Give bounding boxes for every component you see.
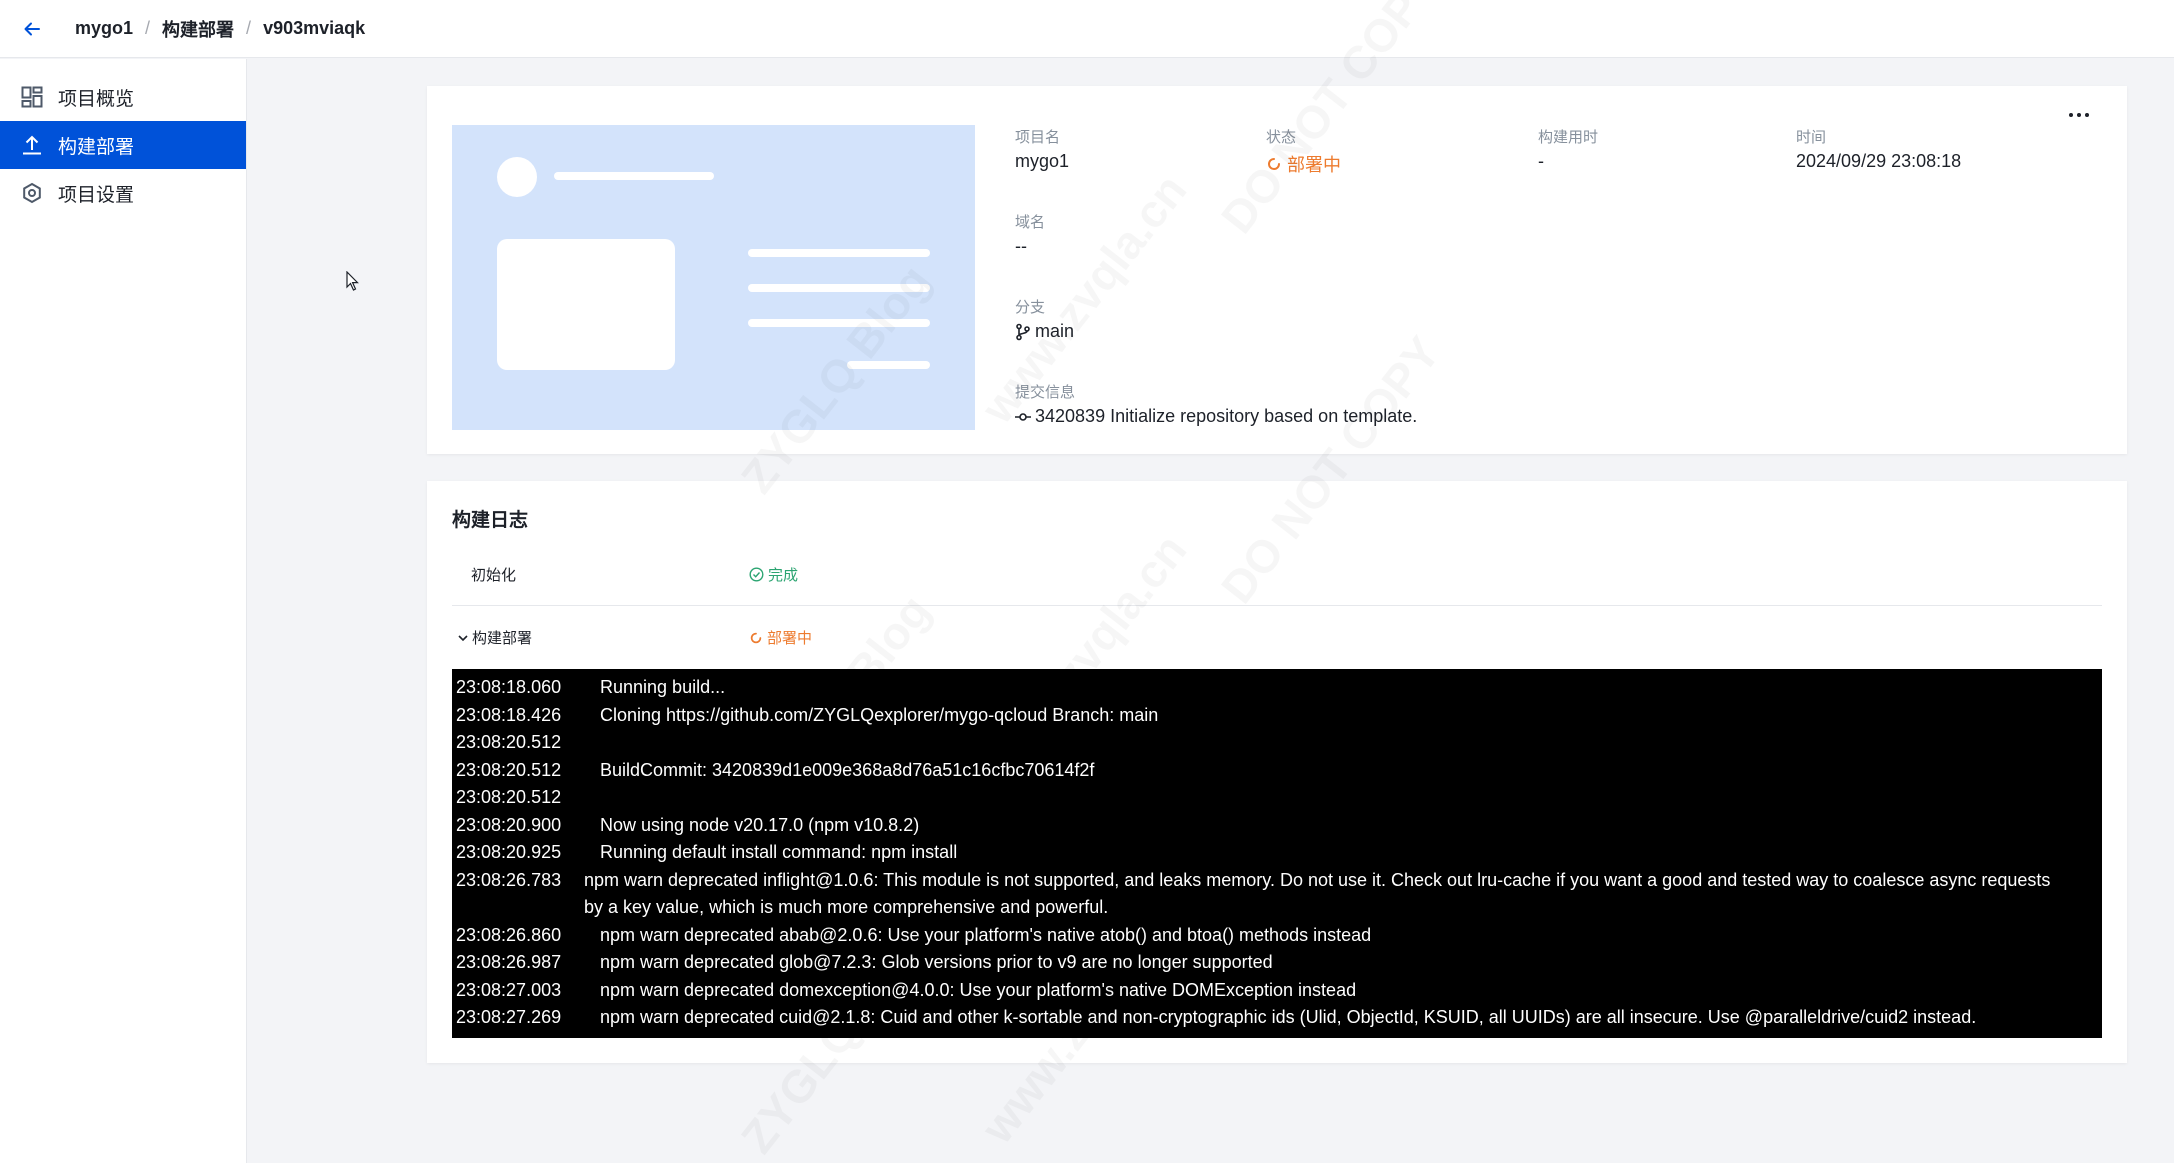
status-text: 部署中 [1287, 155, 1341, 175]
loading-icon [750, 632, 762, 643]
log-line: 23:08:20.512 BuildCommit: 3420839d1e009e3… [456, 757, 2102, 785]
log-message [583, 784, 600, 812]
sidebar: 项目概览 构建部署 项目设置 [0, 59, 247, 1163]
log-message: npm warn deprecated domexception@4.0.0: … [600, 979, 1357, 1000]
branch-text: main [1035, 321, 1075, 341]
breadcrumb-project[interactable]: mygo1 [75, 18, 133, 39]
chevron-down-icon [458, 634, 468, 641]
log-line: 23:08:27.003 npm warn deprecated domexcep… [456, 977, 2102, 1005]
log-time: 23:08:20.512 [456, 787, 562, 807]
loading-icon [1268, 158, 1280, 170]
log-message: Running default install command: npm ins… [600, 842, 958, 862]
log-time: 23:08:26.987 [456, 952, 562, 972]
mouse-cursor-icon [346, 270, 360, 296]
step-name-wrap: 构建部署 [456, 627, 532, 648]
log-line: 23:08:20.900 Now using node v20.17.0 (npm… [456, 812, 2102, 840]
log-message: npm warn deprecated abab@2.0.6: Use your… [600, 924, 1372, 945]
log-message: Running build... [600, 677, 726, 697]
log-message: Now using node v20.17.0 (npm v10.8.2) [600, 814, 920, 835]
upload-icon [20, 133, 44, 157]
commit-label: 提交信息 [1015, 384, 1076, 401]
log-line: 23:08:20.925 Running default install comm… [456, 839, 2102, 867]
sidebar-item-label: 构建部署 [58, 136, 135, 158]
project-name-label: 项目名 [1015, 129, 1061, 146]
log-message: npm warn deprecated glob@7.2.3: Glob ver… [600, 952, 1273, 972]
breadcrumb-separator: / [145, 18, 151, 38]
step-divider [452, 605, 2102, 606]
branch-label: 分支 [1015, 299, 1046, 316]
log-time: 23:08:20.512 [456, 732, 562, 752]
more-options-button[interactable] [2062, 104, 2096, 126]
build-step-deploy[interactable]: 构建部署 部署中 [452, 609, 2102, 669]
step-status-text: 完成 [768, 567, 799, 584]
status-value: 部署中 [1266, 151, 1341, 177]
log-message [583, 729, 600, 757]
log-message: npm warn deprecated inflight@1.0.6: This… [584, 869, 2051, 918]
git-branch-icon [1016, 323, 1030, 340]
status-label: 状态 [1266, 129, 1297, 146]
back-arrow-icon[interactable] [22, 19, 42, 39]
log-line: 23:08:20.512 [456, 729, 2102, 757]
duration-label: 构建用时 [1538, 129, 1599, 146]
log-line: 23:08:18.060 Running build... [456, 674, 2102, 702]
domain-label: 域名 [1015, 214, 1046, 231]
log-time: 23:08:18.426 [456, 704, 562, 725]
sidebar-item-deploy[interactable]: 构建部署 [0, 121, 246, 169]
step-status-deploying: 部署中 [749, 627, 812, 648]
time-label: 时间 [1796, 129, 1827, 146]
build-step-init[interactable]: 初始化 完成 [452, 546, 2102, 606]
log-line: 23:08:26.860 npm warn deprecated abab@2.0… [456, 922, 2102, 950]
branch-value: main [1015, 321, 1074, 342]
build-log-console[interactable]: 23:08:18.060 Running build... 23:08:18.42… [452, 669, 2102, 1038]
log-time: 23:08:18.060 [456, 677, 562, 697]
dashboard-icon [20, 85, 44, 109]
breadcrumb: mygo1 / 构建部署 / v903mviaqk [75, 16, 365, 42]
domain-value: -- [1015, 236, 1027, 256]
log-message: npm warn deprecated cuid@2.1.8: Cuid and… [600, 1007, 1977, 1027]
site-preview-thumbnail[interactable] [452, 125, 975, 430]
build-log-title: 构建日志 [452, 510, 529, 531]
log-time: 23:08:20.900 [456, 814, 562, 835]
log-line: 23:08:20.512 [456, 784, 2102, 812]
breadcrumb-deployment: v903mviaqk [263, 18, 366, 38]
step-status-done: 完成 [749, 564, 798, 585]
log-line: 23:08:26.783 npm warn deprecated inflight… [456, 867, 2102, 922]
log-line: 23:08:26.987 npm warn deprecated glob@7.2… [456, 949, 2102, 977]
top-bar: mygo1 / 构建部署 / v903mviaqk [0, 0, 2174, 58]
log-line: 23:08:18.426 Cloning https://github.com/Z… [456, 702, 2102, 730]
log-line: 23:08:27.269 npm warn deprecated cuid@2.1… [456, 1004, 2102, 1032]
log-time: 23:08:26.860 [456, 924, 562, 945]
log-time: 23:08:20.512 [456, 759, 562, 780]
step-name: 构建部署 [472, 630, 533, 647]
deployment-info-card: 项目名 mygo1 状态 部署中 构建用时 - 时间 2024/09/29 23… [427, 86, 2127, 454]
time-value: 2024/09/29 23:08:18 [1796, 151, 1962, 171]
commit-text: 3420839 Initialize repository based on t… [1035, 406, 1418, 426]
log-time: 23:08:26.783 [456, 869, 562, 890]
sidebar-item-overview[interactable]: 项目概览 [0, 73, 246, 121]
build-log-card: 构建日志 初始化 完成 构建部署 部署中 23:08:18.060 Running… [427, 481, 2127, 1063]
log-time: 23:08:27.269 [456, 1007, 562, 1027]
step-name: 初始化 [471, 567, 517, 584]
log-time: 23:08:20.925 [456, 842, 562, 862]
sidebar-item-label: 项目设置 [58, 184, 135, 206]
commit-value: 3420839 Initialize repository based on t… [1015, 406, 1417, 427]
step-status-text: 部署中 [767, 630, 813, 647]
duration-value: - [1538, 151, 1544, 171]
log-message: Cloning https://github.com/ZYGLQexplorer… [600, 704, 1159, 725]
sidebar-item-label: 项目概览 [58, 88, 135, 110]
check-circle-icon [749, 567, 764, 582]
log-message: BuildCommit: 3420839d1e009e368a8d76a51c1… [600, 759, 1095, 780]
breadcrumb-separator: / [246, 18, 252, 38]
log-time: 23:08:27.003 [456, 979, 562, 1000]
sidebar-item-settings[interactable]: 项目设置 [0, 169, 246, 217]
git-commit-icon [1015, 412, 1031, 421]
project-name-value: mygo1 [1015, 151, 1070, 171]
settings-icon [20, 181, 44, 205]
breadcrumb-section[interactable]: 构建部署 [162, 16, 234, 42]
